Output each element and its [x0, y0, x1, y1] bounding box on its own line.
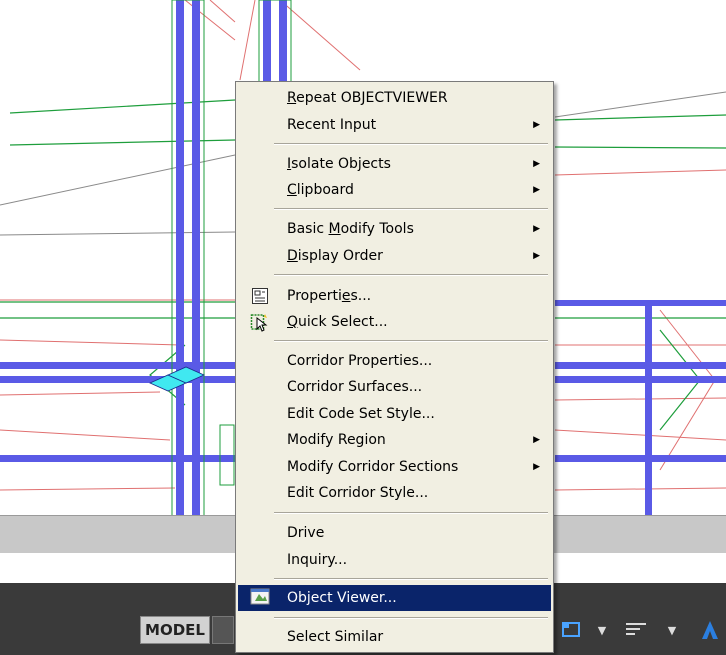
submenu-arrow-icon: ▶ [533, 251, 540, 261]
menu-item-label: Drive [287, 525, 325, 541]
menu-separator [274, 617, 548, 619]
autodesk-a-icon[interactable] [696, 618, 724, 642]
menu-item-display-order[interactable]: Display Order ▶ [238, 244, 551, 268]
menu-item-properties[interactable]: Properties... [238, 284, 551, 308]
menu-item-label: Clipboard [287, 182, 354, 198]
submenu-arrow-icon: ▶ [533, 185, 540, 195]
menu-item-label: Properties... [287, 288, 372, 304]
menu-item-label: Corridor Properties... [287, 353, 433, 369]
submenu-arrow-icon: ▶ [533, 159, 540, 169]
grid-icon[interactable] [212, 616, 234, 644]
model-tab[interactable]: MODEL [140, 616, 210, 644]
menu-separator [274, 208, 548, 210]
menu-item-label: Edit Code Set Style... [287, 406, 435, 422]
annotation-icon[interactable] [620, 618, 652, 642]
menu-item-drive[interactable]: Drive [238, 521, 551, 545]
menu-item-edit-corridor-style[interactable]: Edit Corridor Style... [238, 481, 551, 505]
menu-item-label: Object Viewer... [287, 590, 397, 606]
menu-separator [274, 274, 548, 276]
menu-item-repeat-objectviewer[interactable]: Repeat OBJECTVIEWER [238, 86, 551, 110]
menu-item-isolate-objects[interactable]: Isolate Objects ▶ [238, 152, 551, 176]
menu-item-recent-input[interactable]: Recent Input ▶ [238, 113, 551, 137]
menu-item-label: Basic Modify Tools [287, 221, 414, 237]
quick-select-icon [250, 312, 270, 332]
menu-item-clipboard[interactable]: Clipboard ▶ [238, 178, 551, 202]
menu-item-modify-corridor-sections[interactable]: Modify Corridor Sections ▶ [238, 455, 551, 479]
dropdown-caret-icon[interactable]: ▼ [595, 618, 609, 642]
submenu-arrow-icon: ▶ [533, 462, 540, 472]
viewport-icon[interactable] [558, 618, 586, 642]
menu-item-label: Modify Region [287, 432, 386, 448]
menu-separator [274, 143, 548, 145]
menu-item-corridor-surfaces[interactable]: Corridor Surfaces... [238, 375, 551, 399]
context-menu: Repeat OBJECTVIEWER Recent Input ▶ Isola… [235, 81, 554, 653]
menu-item-label: Corridor Surfaces... [287, 379, 423, 395]
submenu-arrow-icon: ▶ [533, 120, 540, 130]
menu-item-label: Recent Input [287, 117, 377, 133]
menu-separator [274, 512, 548, 514]
menu-item-label: Modify Corridor Sections [287, 459, 459, 475]
menu-item-object-viewer[interactable]: Object Viewer... [238, 585, 551, 611]
menu-item-label: Quick Select... [287, 314, 388, 330]
menu-separator [274, 340, 548, 342]
menu-item-label: Inquiry... [287, 552, 348, 568]
menu-item-quick-select[interactable]: Quick Select... [238, 310, 551, 334]
menu-item-basic-modify-tools[interactable]: Basic Modify Tools ▶ [238, 217, 551, 241]
menu-item-label: Isolate Objects [287, 156, 391, 172]
submenu-arrow-icon: ▶ [533, 435, 540, 445]
menu-separator [274, 578, 548, 580]
properties-icon [250, 286, 270, 306]
menu-item-label: Repeat OBJECTVIEWER [287, 90, 448, 106]
menu-item-corridor-properties[interactable]: Corridor Properties... [238, 349, 551, 373]
menu-item-inquiry[interactable]: Inquiry... [238, 548, 551, 572]
dropdown-caret-icon[interactable]: ▼ [665, 618, 679, 642]
menu-item-select-similar[interactable]: Select Similar [238, 625, 551, 649]
menu-item-modify-region[interactable]: Modify Region ▶ [238, 428, 551, 452]
menu-item-label: Edit Corridor Style... [287, 485, 429, 501]
object-viewer-icon [250, 587, 270, 607]
menu-item-edit-code-set-style[interactable]: Edit Code Set Style... [238, 402, 551, 426]
menu-item-label: Display Order [287, 248, 383, 264]
submenu-arrow-icon: ▶ [533, 224, 540, 234]
menu-item-label: Select Similar [287, 629, 384, 645]
